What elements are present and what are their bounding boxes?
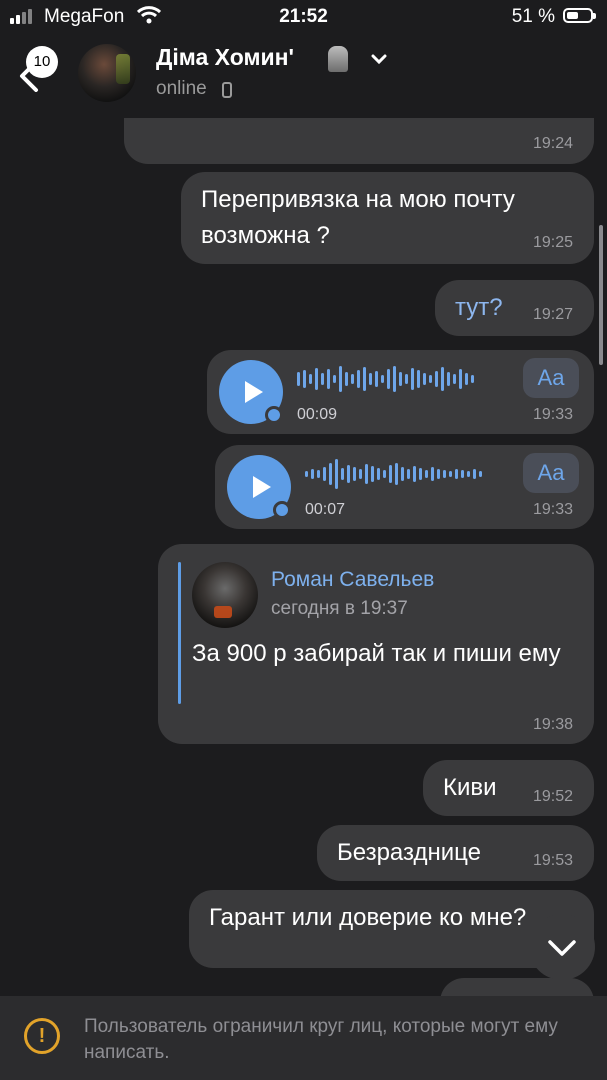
quote-bar (178, 562, 181, 704)
voice-duration: 00:09 (297, 406, 338, 423)
message-text: За 900 р забирай так и пиши ему (192, 640, 561, 667)
message-link[interactable]: тут? (455, 290, 503, 326)
message-time: 19:24 (532, 135, 573, 152)
battery-icon (563, 8, 596, 23)
message-bubble[interactable]: Киви 19:52 (423, 760, 594, 816)
message-bubble[interactable]: Безразднице 19:53 (317, 825, 594, 881)
contact-name[interactable]: Діма Хомин' (156, 44, 294, 71)
forward-author-avatar[interactable] (192, 562, 258, 628)
unplayed-indicator (265, 406, 283, 424)
restriction-notice: Пользователь ограничил круг лиц, которые… (84, 1016, 558, 1063)
scrollbar[interactable] (599, 225, 603, 365)
voice-message[interactable]: Aa 00:09 19:33 (207, 350, 594, 434)
moai-emoji-icon (328, 46, 348, 72)
transcribe-button[interactable]: Aa (523, 453, 579, 493)
voice-message[interactable]: Aa 00:07 19:33 (215, 445, 594, 529)
contact-avatar[interactable] (78, 44, 136, 102)
message-time: 19:27 (532, 306, 573, 323)
transcribe-button[interactable]: Aa (523, 358, 579, 398)
chevron-down-icon (548, 940, 576, 956)
status-bar: MegaFon 21:52 51 % (0, 0, 607, 34)
message-text: Перепривязка на мою почту возможна ? (201, 186, 515, 249)
unplayed-indicator (273, 501, 291, 519)
battery-percent: 51 % (511, 6, 555, 27)
voice-duration: 00:07 (305, 501, 346, 518)
message-time: 19:38 (532, 716, 573, 733)
restriction-footer: ! Пользователь ограничил круг лиц, котор… (0, 996, 607, 1080)
chevron-down-icon[interactable] (370, 52, 388, 66)
forward-author-time: сегодня в 19:37 (271, 598, 408, 619)
message-bubble[interactable]: 19:24 (124, 118, 594, 164)
scroll-to-bottom-button[interactable] (529, 914, 595, 980)
mobile-device-icon (222, 82, 232, 98)
voice-waveform[interactable] (297, 362, 474, 396)
unread-count-badge[interactable]: 10 (26, 46, 58, 78)
message-bubble[interactable]: тут? 19:27 (435, 280, 594, 336)
message-text: Киви (443, 774, 497, 801)
message-time: 19:25 (532, 234, 573, 251)
exclamation-circle-icon: ! (24, 1018, 60, 1054)
message-bubble[interactable]: Перепривязка на мою почту возможна ? 19:… (181, 172, 594, 264)
chat-header: 10 Діма Хомин' online (0, 34, 607, 114)
presence-status: online (156, 78, 207, 99)
message-text: Гарант или доверие ко мне? (209, 904, 527, 931)
message-text: Безразднице (337, 839, 481, 866)
forwarded-message[interactable]: Роман Савельев сегодня в 19:37 За 900 р … (158, 544, 594, 744)
message-time: 19:33 (532, 501, 573, 518)
message-time: 19:53 (532, 852, 573, 869)
voice-waveform[interactable] (305, 457, 482, 491)
forward-author-name[interactable]: Роман Савельев (271, 568, 434, 592)
message-time: 19:52 (532, 788, 573, 805)
message-time: 19:33 (532, 406, 573, 423)
